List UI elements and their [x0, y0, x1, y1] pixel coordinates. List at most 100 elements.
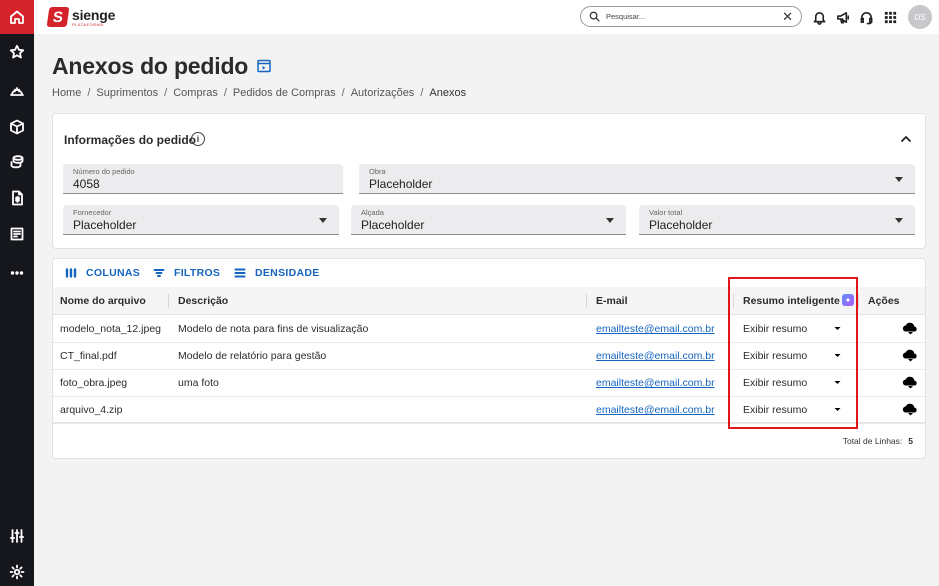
- header-email[interactable]: E-mail: [596, 295, 628, 307]
- cell-description: Modelo de relatório para gestão: [178, 350, 327, 362]
- header-description[interactable]: Descrição: [178, 295, 228, 307]
- cell-description: uma foto: [178, 377, 219, 389]
- star-icon[interactable]: [0, 35, 34, 69]
- logo-subtitle: PLATAFORMA: [72, 21, 104, 27]
- avatar[interactable]: DS: [908, 5, 932, 29]
- density-button[interactable]: DENSIDADE: [234, 267, 320, 279]
- row-total-label: Total de Linhas:: [842, 436, 903, 446]
- obra-value: Placeholder: [369, 177, 433, 191]
- cloud-download-icon[interactable]: [902, 375, 919, 390]
- column-separator[interactable]: [858, 294, 859, 308]
- header-file-name[interactable]: Nome do arquivo: [60, 295, 146, 307]
- header-actions: Ações: [868, 295, 900, 307]
- chevron-down-icon[interactable]: [833, 379, 842, 386]
- open-in-window-icon[interactable]: [257, 59, 271, 73]
- breadcrumb: Home / Suprimentos / Compras / Pedidos de C…: [52, 87, 467, 99]
- table-row[interactable]: CT_final.pdf Modelo de relatório para ge…: [53, 343, 925, 370]
- valor-total-label: Valor total: [649, 208, 683, 217]
- logo-name: sienge: [72, 6, 116, 23]
- obra-select[interactable]: Obra Placeholder: [359, 164, 915, 194]
- dropdown-arrow-icon: [895, 218, 903, 223]
- order-info-title: Informações do pedido: [64, 133, 197, 147]
- search-box[interactable]: Pesquisar... ✕: [580, 6, 802, 27]
- breadcrumb-pedidos-de-compras[interactable]: Pedidos de Compras: [233, 87, 336, 99]
- box-icon[interactable]: [0, 110, 34, 144]
- invoice-icon[interactable]: [0, 217, 34, 251]
- columns-icon: [65, 268, 77, 278]
- show-summary-select[interactable]: Exibir resumo: [743, 377, 807, 389]
- order-number-label: Número do pedido: [73, 167, 135, 176]
- logo-mark-icon: S: [46, 7, 70, 27]
- ai-sparkle-icon: ✦: [842, 294, 854, 306]
- breadcrumb-autorizacoes[interactable]: Autorizações: [351, 87, 415, 99]
- cell-file-name: CT_final.pdf: [60, 350, 117, 362]
- attachments-table: COLUNAS FILTROS DENSIDADE Nome do arquiv…: [52, 258, 926, 459]
- chevron-down-icon[interactable]: [833, 352, 842, 359]
- filters-label: FILTROS: [174, 267, 221, 279]
- info-icon[interactable]: i: [191, 132, 205, 146]
- table-header: Nome do arquivo Descrição E-mail Resumo …: [53, 287, 925, 315]
- table-footer-divider: [53, 422, 925, 423]
- row-total: Total de Linhas: 5: [843, 436, 913, 446]
- more-icon[interactable]: [0, 256, 34, 290]
- table-row[interactable]: foto_obra.jpeg uma foto emailteste@email…: [53, 370, 925, 397]
- column-separator[interactable]: [168, 294, 169, 308]
- columns-button[interactable]: COLUNAS: [65, 267, 140, 279]
- dropdown-arrow-icon: [895, 177, 903, 182]
- show-summary-select[interactable]: Exibir resumo: [743, 404, 807, 416]
- sienge-logo[interactable]: S sienge PLATAFORMA: [46, 5, 116, 29]
- breadcrumb-anexos: Anexos: [429, 87, 467, 99]
- coins-icon[interactable]: [0, 145, 34, 179]
- settings-icon[interactable]: [0, 555, 34, 586]
- chevron-down-icon[interactable]: [833, 406, 842, 413]
- valor-total-select[interactable]: Valor total Placeholder: [639, 205, 915, 235]
- cell-email-link[interactable]: emailteste@email.com.br: [596, 350, 715, 362]
- top-bar: S sienge PLATAFORMA Pesquisar... ✕ DS: [34, 0, 939, 34]
- cloud-download-icon[interactable]: [902, 321, 919, 336]
- headset-icon[interactable]: [857, 8, 875, 26]
- fornecedor-select[interactable]: Fornecedor Placeholder: [63, 205, 339, 235]
- cloud-download-icon[interactable]: [902, 402, 919, 417]
- obra-label: Obra: [369, 167, 386, 176]
- show-summary-select[interactable]: Exibir resumo: [743, 323, 807, 335]
- breadcrumb-suprimentos[interactable]: Suprimentos: [96, 87, 158, 99]
- search-input[interactable]: Pesquisar...: [606, 12, 782, 21]
- search-icon: [589, 11, 600, 22]
- table-row[interactable]: modelo_nota_12.jpeg Modelo de nota para …: [53, 316, 925, 343]
- column-separator[interactable]: [586, 294, 587, 308]
- alcada-value: Placeholder: [361, 218, 425, 232]
- breadcrumb-compras[interactable]: Compras: [173, 87, 218, 99]
- filters-button[interactable]: FILTROS: [153, 267, 220, 279]
- column-separator[interactable]: [733, 294, 734, 308]
- collapse-chevron-icon[interactable]: [900, 134, 912, 144]
- table-row[interactable]: arquivo_4.zip emailteste@email.com.br Ex…: [53, 397, 925, 424]
- cell-email-link[interactable]: emailteste@email.com.br: [596, 323, 715, 335]
- document-money-icon[interactable]: [0, 181, 34, 215]
- filter-icon: [153, 269, 165, 277]
- cell-email-link[interactable]: emailteste@email.com.br: [596, 404, 715, 416]
- header-smart-summary[interactable]: Resumo inteligente: [743, 295, 840, 307]
- cell-email-link[interactable]: emailteste@email.com.br: [596, 377, 715, 389]
- megaphone-icon[interactable]: [834, 8, 852, 26]
- breadcrumb-home[interactable]: Home: [52, 87, 81, 99]
- alcada-label: Alçada: [361, 208, 384, 217]
- chevron-down-icon[interactable]: [833, 325, 842, 332]
- row-total-value: 5: [908, 436, 913, 446]
- home-icon[interactable]: [0, 0, 34, 34]
- sliders-icon[interactable]: [0, 519, 34, 553]
- helmet-icon[interactable]: [0, 75, 34, 109]
- cloud-download-icon[interactable]: [902, 348, 919, 363]
- bell-icon[interactable]: [810, 8, 828, 26]
- order-info-panel: Informações do pedido i Número do pedido…: [52, 113, 926, 249]
- alcada-select[interactable]: Alçada Placeholder: [351, 205, 626, 235]
- side-rail: [0, 0, 34, 586]
- dropdown-arrow-icon: [606, 218, 614, 223]
- order-number-value: 4058: [73, 177, 100, 191]
- clear-search-icon[interactable]: ✕: [782, 10, 793, 23]
- cell-file-name: arquivo_4.zip: [60, 404, 123, 416]
- show-summary-select[interactable]: Exibir resumo: [743, 350, 807, 362]
- apps-grid-icon[interactable]: [881, 8, 899, 26]
- cell-description: Modelo de nota para fins de visualização: [178, 323, 369, 335]
- cell-file-name: modelo_nota_12.jpeg: [60, 323, 162, 335]
- density-label: DENSIDADE: [255, 267, 320, 279]
